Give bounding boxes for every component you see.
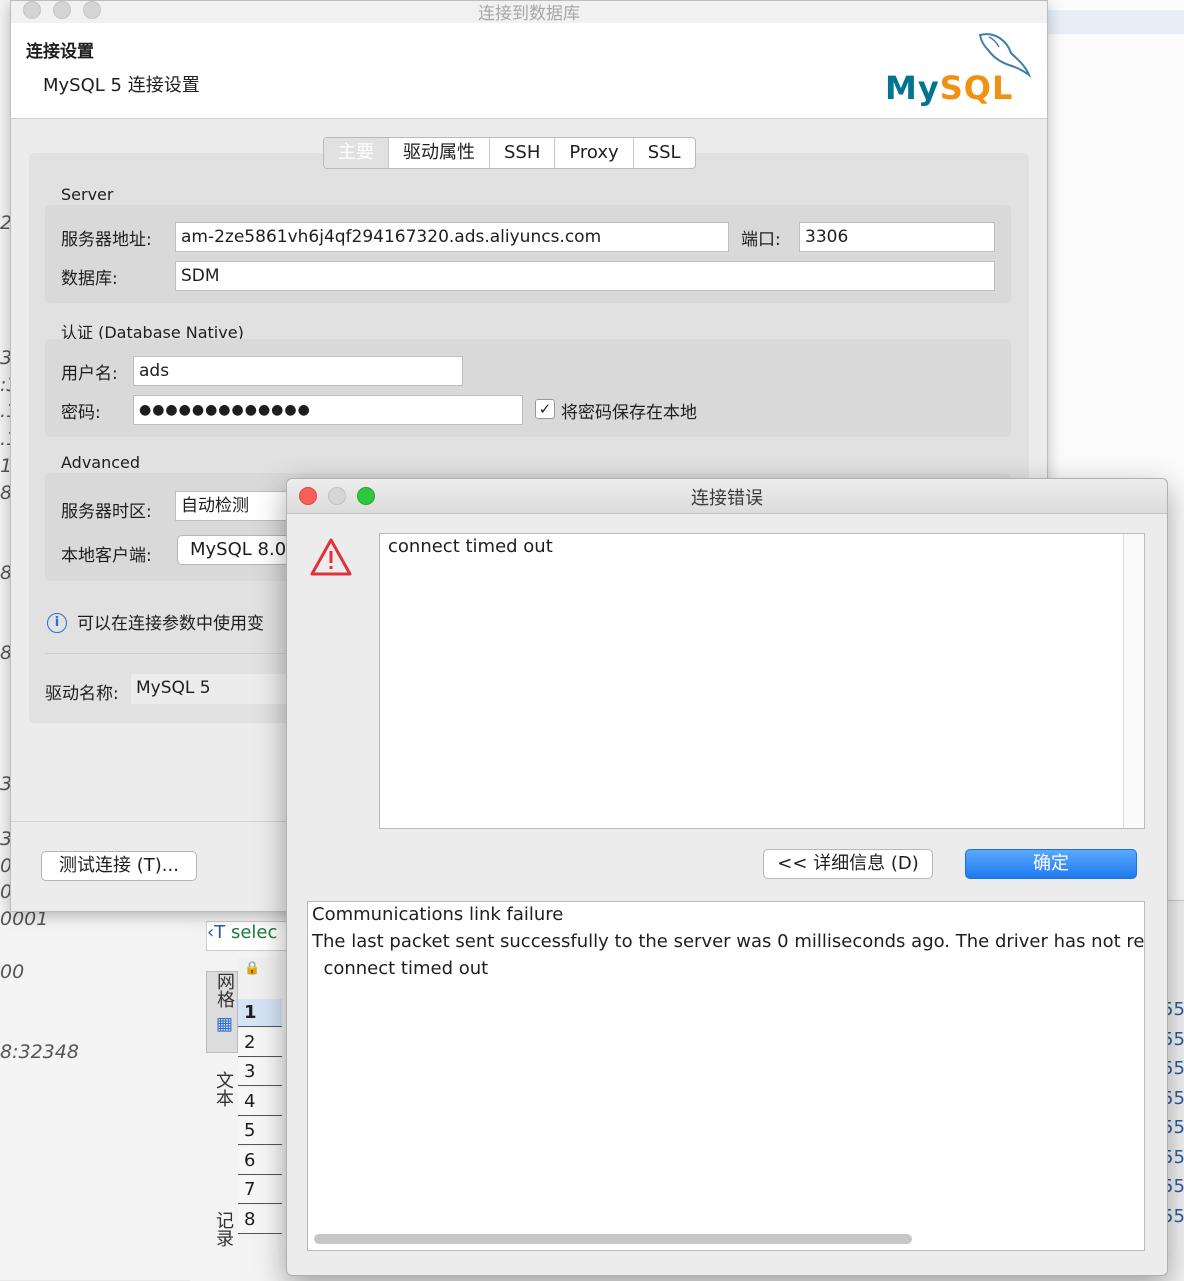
driver-name-label: 驱动名称: [45, 684, 119, 704]
save-password-label: 将密码保存在本地 [561, 403, 697, 423]
port-input[interactable]: 3306 [799, 222, 995, 252]
ok-button[interactable]: 确定 [965, 849, 1137, 879]
lock-header: 🔒 [238, 957, 282, 1000]
bg-selection-row [1046, 10, 1184, 34]
row-number[interactable]: 1 [238, 999, 282, 1027]
row-number[interactable]: 5 [238, 1117, 282, 1145]
dialog-title: 连接错误 [691, 488, 763, 509]
bg-fragment: 00 [0, 961, 25, 983]
tab-ssl[interactable]: SSL [634, 138, 695, 168]
lock-icon: 🔒 [244, 961, 261, 976]
tab-proxy[interactable]: Proxy [555, 138, 634, 168]
grid-tab-label: 网格 [214, 972, 235, 1008]
message-scrollbar[interactable] [1123, 534, 1144, 828]
test-connection-button[interactable]: 测试连接 (T)... [41, 851, 197, 881]
advanced-section-label: Advanced [61, 453, 141, 472]
save-password-checkbox[interactable]: ✓ [535, 399, 555, 419]
header-title: 连接设置 [26, 42, 94, 62]
query-tab[interactable]: ‹T selec [206, 921, 298, 951]
server-group: 服务器地址: am-2ze5861vh6j4qf294167320.ads.al… [45, 205, 1011, 303]
warning-icon [310, 538, 352, 576]
host-label: 服务器地址: [61, 230, 152, 250]
database-input[interactable]: SDM [175, 261, 995, 291]
mysql-logo: MySQL [885, 29, 1035, 111]
details-horizontal-scrollbar[interactable] [314, 1234, 912, 1244]
database-label: 数据库: [61, 269, 118, 289]
details-line: connect timed out [312, 958, 489, 979]
grid-view-tab[interactable]: 网格 ▦ [206, 971, 238, 1053]
info-icon: i [47, 613, 67, 633]
bg-fragment: 8:32348 [0, 1041, 79, 1063]
server-section-label: Server [61, 185, 114, 204]
error-details-box: Communications link failure The last pac… [307, 901, 1145, 1251]
password-label: 密码: [61, 403, 101, 423]
row-number[interactable]: 7 [238, 1176, 282, 1204]
auth-group: 用户名: ads 密码: ●●●●●●●●●●●●● ✓ 将密码保存在本地 [45, 339, 1011, 437]
tab-ssh[interactable]: SSH [490, 138, 556, 168]
text-type-icon: ‹T [207, 922, 226, 943]
row-number[interactable]: 8 [238, 1206, 282, 1234]
records-view-tab[interactable]: 记录 [206, 1211, 236, 1281]
row-number[interactable]: 2 [238, 1029, 282, 1057]
tab-main[interactable]: 主要 [324, 138, 389, 168]
error-message-box: connect timed out [379, 533, 1145, 829]
port-label: 端口: [741, 230, 781, 250]
query-tab-label: selec [230, 922, 278, 943]
records-tab-label: 记录 [213, 1211, 234, 1247]
settings-tabs: 主要 驱动属性 SSH Proxy SSL [323, 137, 696, 169]
timezone-label: 服务器时区: [61, 502, 152, 522]
logo-text-part: My [885, 69, 940, 107]
header-subtitle: MySQL 5 连接设置 [43, 75, 200, 96]
host-input[interactable]: am-2ze5861vh6j4qf294167320.ads.aliyuncs.… [175, 222, 729, 252]
row-number[interactable]: 6 [238, 1147, 282, 1175]
window-title: 连接到数据库 [478, 4, 580, 24]
window-titlebar[interactable]: 连接到数据库 [11, 1, 1047, 24]
logo-text-part: SQL [939, 69, 1014, 107]
username-input[interactable]: ads [133, 356, 463, 386]
password-input[interactable]: ●●●●●●●●●●●●● [133, 395, 523, 425]
local-client-label: 本地客户端: [61, 546, 152, 566]
row-number[interactable]: 3 [238, 1058, 282, 1086]
details-line: The last packet sent successfully to the… [312, 931, 1145, 952]
details-button[interactable]: << 详细信息 (D) [763, 849, 933, 879]
row-number[interactable]: 4 [238, 1088, 282, 1116]
dialog-titlebar[interactable]: 连接错误 [287, 479, 1167, 514]
tab-driver-properties[interactable]: 驱动属性 [389, 138, 490, 168]
logo-text: MySQL [885, 69, 1013, 107]
settings-header: 连接设置 MySQL 5 连接设置 MySQL [11, 23, 1047, 119]
error-message: connect timed out [388, 536, 553, 557]
text-view-tab[interactable]: 文本 [206, 1071, 236, 1151]
info-text: 可以在连接参数中使用变 [77, 614, 264, 634]
username-label: 用户名: [61, 364, 118, 384]
details-line: Communications link failure [312, 904, 564, 925]
grid-icon: ▦ [214, 1013, 235, 1035]
text-tab-label: 文本 [213, 1071, 234, 1107]
connection-error-dialog: 连接错误 connect timed out << 详细信息 (D) 确定 Co… [286, 478, 1168, 1276]
